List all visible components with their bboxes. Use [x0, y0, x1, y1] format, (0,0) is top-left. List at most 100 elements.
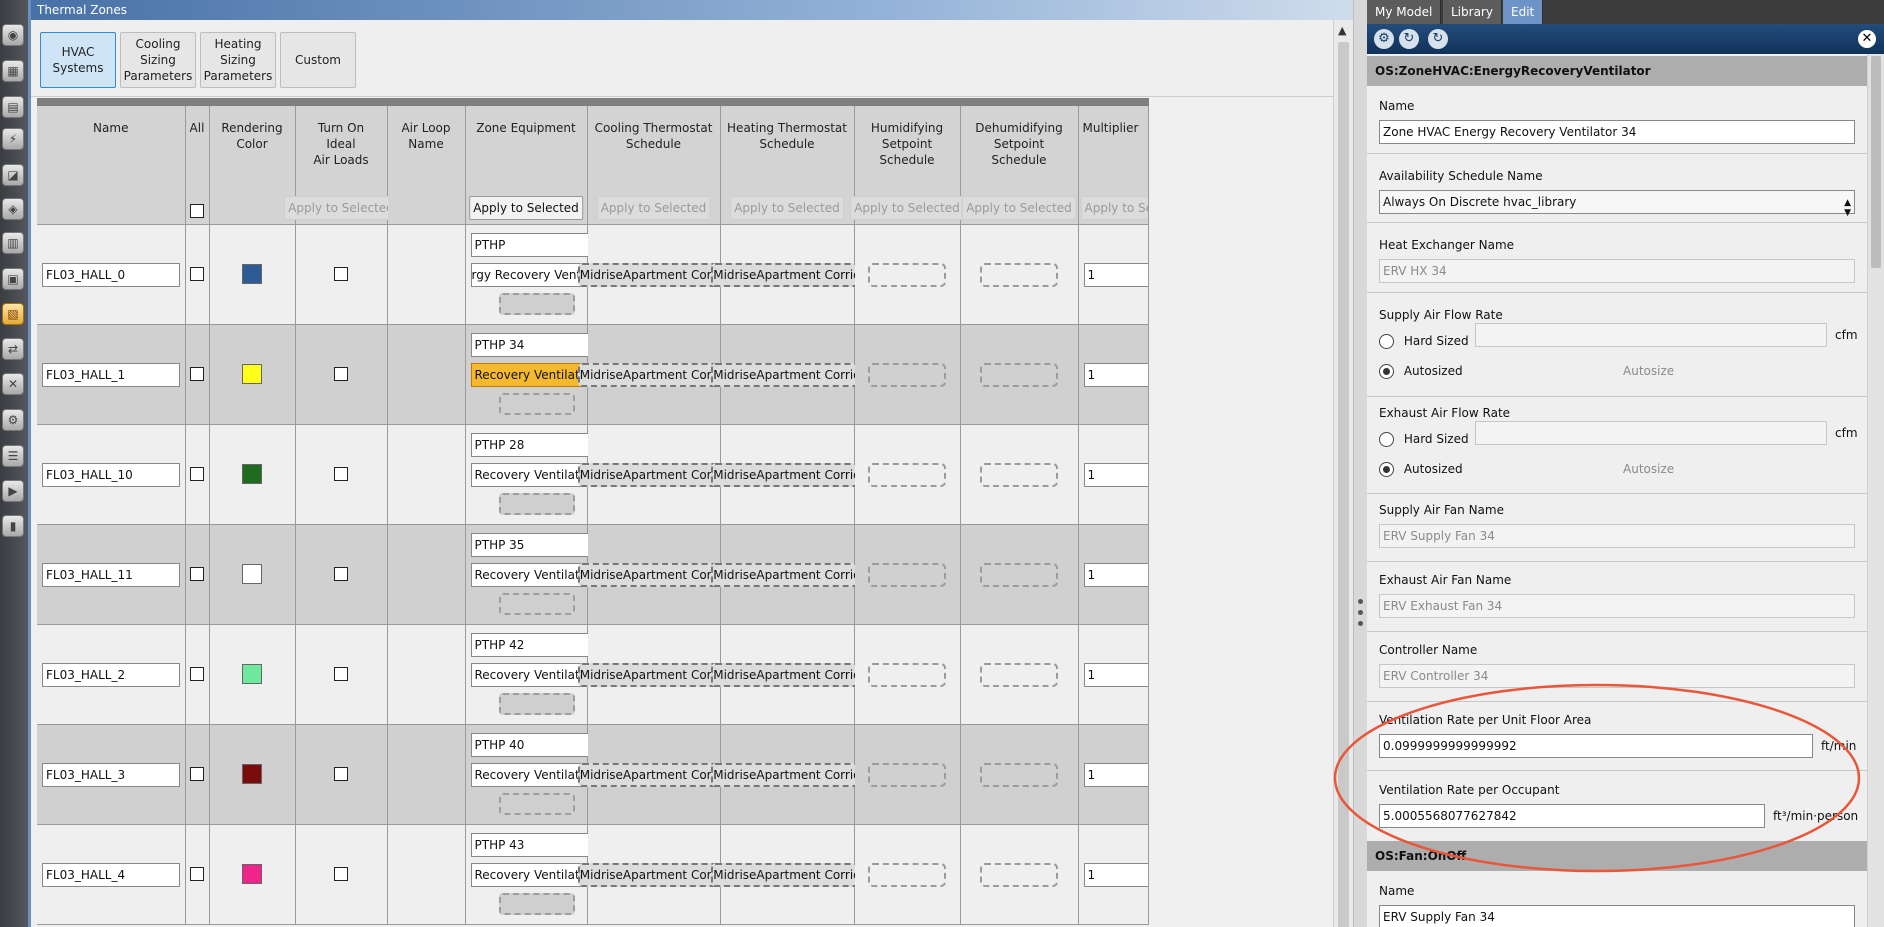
- space-types-icon[interactable]: ◪: [2, 164, 24, 186]
- cooling-schedule-drop[interactable]: MidriseApartment Corrid: [577, 762, 730, 787]
- supply-hard-sized-radio[interactable]: [1379, 334, 1394, 349]
- heating-schedule-drop[interactable]: MidriseApartment Corrid: [711, 862, 863, 887]
- exhaust-flow-input[interactable]: [1475, 421, 1827, 445]
- dehumidifying-schedule-drop[interactable]: [980, 562, 1058, 587]
- zone-name-input[interactable]: FL03_HALL_4: [42, 862, 180, 887]
- tab-library[interactable]: Library: [1443, 0, 1502, 24]
- table-row[interactable]: FL03_HALL_4 PTHP 43 Recovery Ventilator 43…: [37, 824, 1149, 925]
- apply-measure-icon[interactable]: ↻: [1399, 29, 1419, 49]
- dropdown-arrows-icon[interactable]: ▲ ▼: [1844, 198, 1851, 218]
- ideal-air-loads-checkbox[interactable]: [334, 367, 348, 382]
- vent-occ-input[interactable]: 5.0005568077627842: [1379, 804, 1765, 828]
- site-icon[interactable]: ◉: [2, 24, 24, 46]
- equipment-drop-zone[interactable]: [498, 892, 575, 915]
- exhaust-fan-input[interactable]: ERV Exhaust Fan 34: [1379, 594, 1855, 618]
- humidifying-schedule-drop[interactable]: [868, 362, 946, 387]
- dehumidifying-schedule-drop[interactable]: [980, 362, 1058, 387]
- zone-name-input[interactable]: FL03_HALL_11: [42, 562, 180, 587]
- multiplier-input[interactable]: 1: [1083, 462, 1147, 487]
- apply-to-selected-heating[interactable]: Apply to Selected: [730, 196, 844, 220]
- dehumidifying-schedule-drop[interactable]: [980, 662, 1058, 687]
- simulation-settings-icon[interactable]: ☰: [2, 445, 24, 467]
- dehumidifying-schedule-drop[interactable]: [980, 762, 1058, 787]
- apply-to-selected-multiplier[interactable]: Apply to Sele: [1080, 196, 1147, 220]
- scrollbar-thumb[interactable]: [1338, 42, 1349, 927]
- equipment-drop-zone[interactable]: [498, 292, 575, 315]
- cooling-schedule-drop[interactable]: MidriseApartment Corrid: [577, 462, 730, 487]
- heating-schedule-drop[interactable]: MidriseApartment Corrid: [711, 562, 863, 587]
- humidifying-schedule-drop[interactable]: [868, 862, 946, 887]
- cooling-schedule-drop[interactable]: MidriseApartment Corrid: [577, 562, 730, 587]
- measures-icon[interactable]: ⚙: [2, 409, 24, 431]
- heating-schedule-drop[interactable]: MidriseApartment Corrid: [711, 262, 863, 287]
- dehumidifying-schedule-drop[interactable]: [980, 862, 1058, 887]
- ideal-air-loads-checkbox[interactable]: [334, 267, 348, 282]
- row-select-checkbox[interactable]: [190, 267, 204, 282]
- thermal-zones-icon[interactable]: ▧: [2, 303, 24, 325]
- table-row[interactable]: FL03_HALL_0 PTHP rgy Recovery Ventilator Mi…: [37, 224, 1149, 325]
- scroll-up-arrow-icon[interactable]: ▲: [1338, 24, 1346, 37]
- inspector-scrollbar-thumb[interactable]: [1871, 56, 1881, 268]
- controller-input[interactable]: ERV Controller 34: [1379, 664, 1855, 688]
- cooling-schedule-drop[interactable]: MidriseApartment Corrid: [577, 862, 730, 887]
- supply-fan-input[interactable]: ERV Supply Fan 34: [1379, 524, 1855, 548]
- ideal-air-loads-checkbox[interactable]: [334, 867, 348, 882]
- fan-name-input[interactable]: ERV Supply Fan 34: [1379, 905, 1855, 927]
- exhaust-autosized-radio[interactable]: [1379, 462, 1394, 477]
- supply-flow-input[interactable]: [1475, 323, 1827, 347]
- apply-to-selected-zone-equipment[interactable]: Apply to Selected: [469, 196, 583, 220]
- rendering-color-swatch[interactable]: [242, 664, 262, 684]
- apply-to-selected-dehumidifying[interactable]: Apply to Selected: [962, 196, 1076, 220]
- schedules-icon[interactable]: ▦: [2, 60, 24, 82]
- heating-schedule-drop[interactable]: MidriseApartment Corrid: [711, 462, 863, 487]
- rendering-color-swatch[interactable]: [242, 564, 262, 584]
- zone-name-input[interactable]: FL03_HALL_0: [42, 262, 180, 287]
- ideal-air-loads-checkbox[interactable]: [334, 467, 348, 482]
- table-row[interactable]: FL03_HALL_10 PTHP 28 Recovery Ventilator 2…: [37, 424, 1149, 525]
- dehumidifying-schedule-drop[interactable]: [980, 262, 1058, 287]
- close-icon[interactable]: ✕: [1858, 30, 1876, 48]
- row-select-checkbox[interactable]: [190, 767, 204, 782]
- hx-input[interactable]: ERV HX 34: [1379, 259, 1855, 283]
- cooling-schedule-drop[interactable]: MidriseApartment Corrid: [577, 262, 730, 287]
- constructions-icon[interactable]: ▤: [2, 96, 24, 118]
- tab-cooling-sizing-parameters[interactable]: Cooling Sizing Parameters: [120, 32, 196, 88]
- vent-area-input[interactable]: 0.0999999999999992: [1379, 734, 1813, 758]
- ideal-air-loads-checkbox[interactable]: [334, 767, 348, 782]
- rendering-color-swatch[interactable]: [242, 864, 262, 884]
- row-select-checkbox[interactable]: [190, 567, 204, 582]
- rendering-color-swatch[interactable]: [242, 764, 262, 784]
- equipment-drop-zone[interactable]: [498, 492, 575, 515]
- heating-schedule-drop[interactable]: MidriseApartment Corrid: [711, 762, 863, 787]
- multiplier-input[interactable]: 1: [1083, 362, 1147, 387]
- multiplier-input[interactable]: 1: [1083, 562, 1147, 587]
- tab-custom[interactable]: Custom: [280, 32, 356, 88]
- duplicate-icon[interactable]: ↻: [1428, 29, 1448, 49]
- rendering-color-swatch[interactable]: [242, 264, 262, 284]
- zone-name-input[interactable]: FL03_HALL_1: [42, 362, 180, 387]
- equipment-drop-zone[interactable]: [498, 792, 575, 815]
- gear-icon[interactable]: ⚙: [1374, 29, 1394, 49]
- zone-name-input[interactable]: FL03_HALL_3: [42, 762, 180, 787]
- row-select-checkbox[interactable]: [190, 667, 204, 682]
- ideal-air-loads-checkbox[interactable]: [334, 667, 348, 682]
- equipment-drop-zone[interactable]: [498, 392, 575, 415]
- exhaust-hard-sized-radio[interactable]: [1379, 432, 1394, 447]
- hvac-systems-icon[interactable]: ⇄: [2, 338, 24, 360]
- inspector-scrollbar[interactable]: [1867, 54, 1884, 927]
- heating-schedule-drop[interactable]: MidriseApartment Corrid: [711, 662, 863, 687]
- table-row[interactable]: FL03_HALL_11 PTHP 35 Recovery Ventilator 3…: [37, 524, 1149, 625]
- supply-autosized-radio[interactable]: [1379, 364, 1394, 379]
- cooling-schedule-drop[interactable]: MidriseApartment Corrid: [577, 662, 730, 687]
- zone-name-input[interactable]: FL03_HALL_2: [42, 662, 180, 687]
- select-all-checkbox[interactable]: [190, 204, 204, 218]
- humidifying-schedule-drop[interactable]: [868, 562, 946, 587]
- humidifying-schedule-drop[interactable]: [868, 762, 946, 787]
- tab-hvac-systems[interactable]: HVAC Systems: [40, 32, 116, 88]
- run-icon[interactable]: ▶: [2, 480, 24, 502]
- humidifying-schedule-drop[interactable]: [868, 662, 946, 687]
- apply-to-selected-cooling[interactable]: Apply to Selected: [596, 196, 711, 220]
- availability-select[interactable]: Always On Discrete hvac_library: [1379, 190, 1855, 214]
- equipment-drop-zone[interactable]: [498, 592, 575, 615]
- table-row[interactable]: FL03_HALL_1 PTHP 34 Recovery Ventilator 34…: [37, 324, 1149, 425]
